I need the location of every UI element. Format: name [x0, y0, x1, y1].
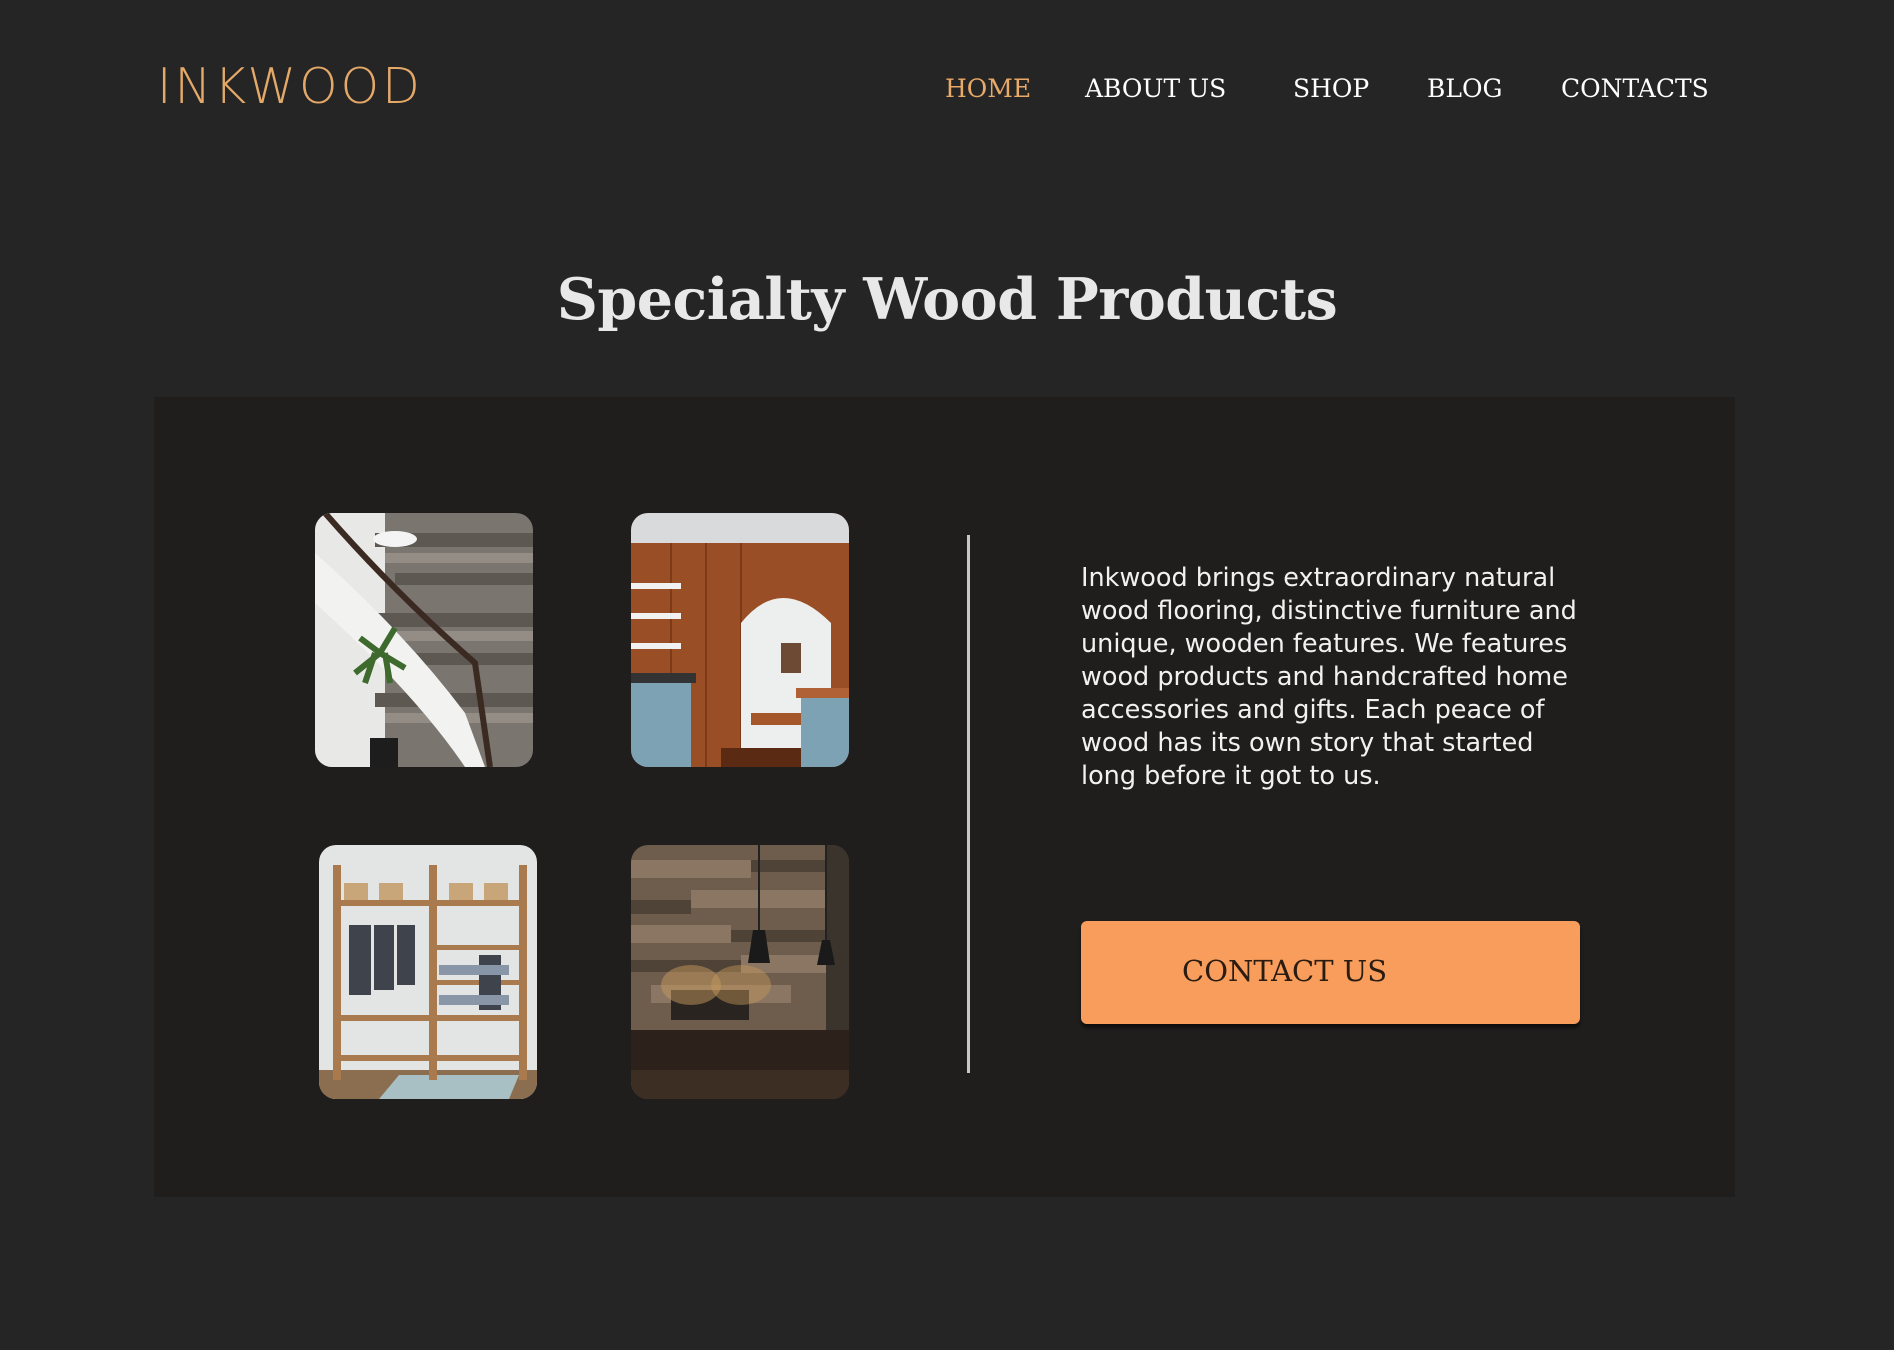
company-description: Inkwood brings extraordinary natural woo…	[1081, 563, 1577, 791]
page-title: Specialty Wood Products	[556, 266, 1338, 333]
nav-shop[interactable]: SHOP	[1293, 74, 1369, 103]
nav-about-us[interactable]: ABOUT US	[1085, 74, 1226, 103]
nav-blog[interactable]: BLOG	[1427, 74, 1502, 103]
wardrobe-shelf-photo	[319, 845, 537, 1099]
contact-us-label: CONTACT US	[1182, 954, 1388, 988]
vertical-divider	[967, 535, 970, 1073]
staircase-photo	[315, 513, 533, 767]
page: INKWOOD HOME ABOUT US SHOP BLOG CONTACTS…	[0, 0, 1894, 1350]
nav-home[interactable]: HOME	[945, 74, 1031, 103]
contact-us-button[interactable]: CONTACT US	[1081, 921, 1580, 1024]
kitchen-photo	[631, 513, 849, 767]
wood-wall-room-photo	[631, 845, 849, 1099]
nav-contacts[interactable]: CONTACTS	[1561, 74, 1709, 103]
main-nav: HOME ABOUT US SHOP BLOG CONTACTS	[0, 74, 1894, 114]
products-panel: Inkwood brings extraordinary natural woo…	[154, 397, 1735, 1197]
